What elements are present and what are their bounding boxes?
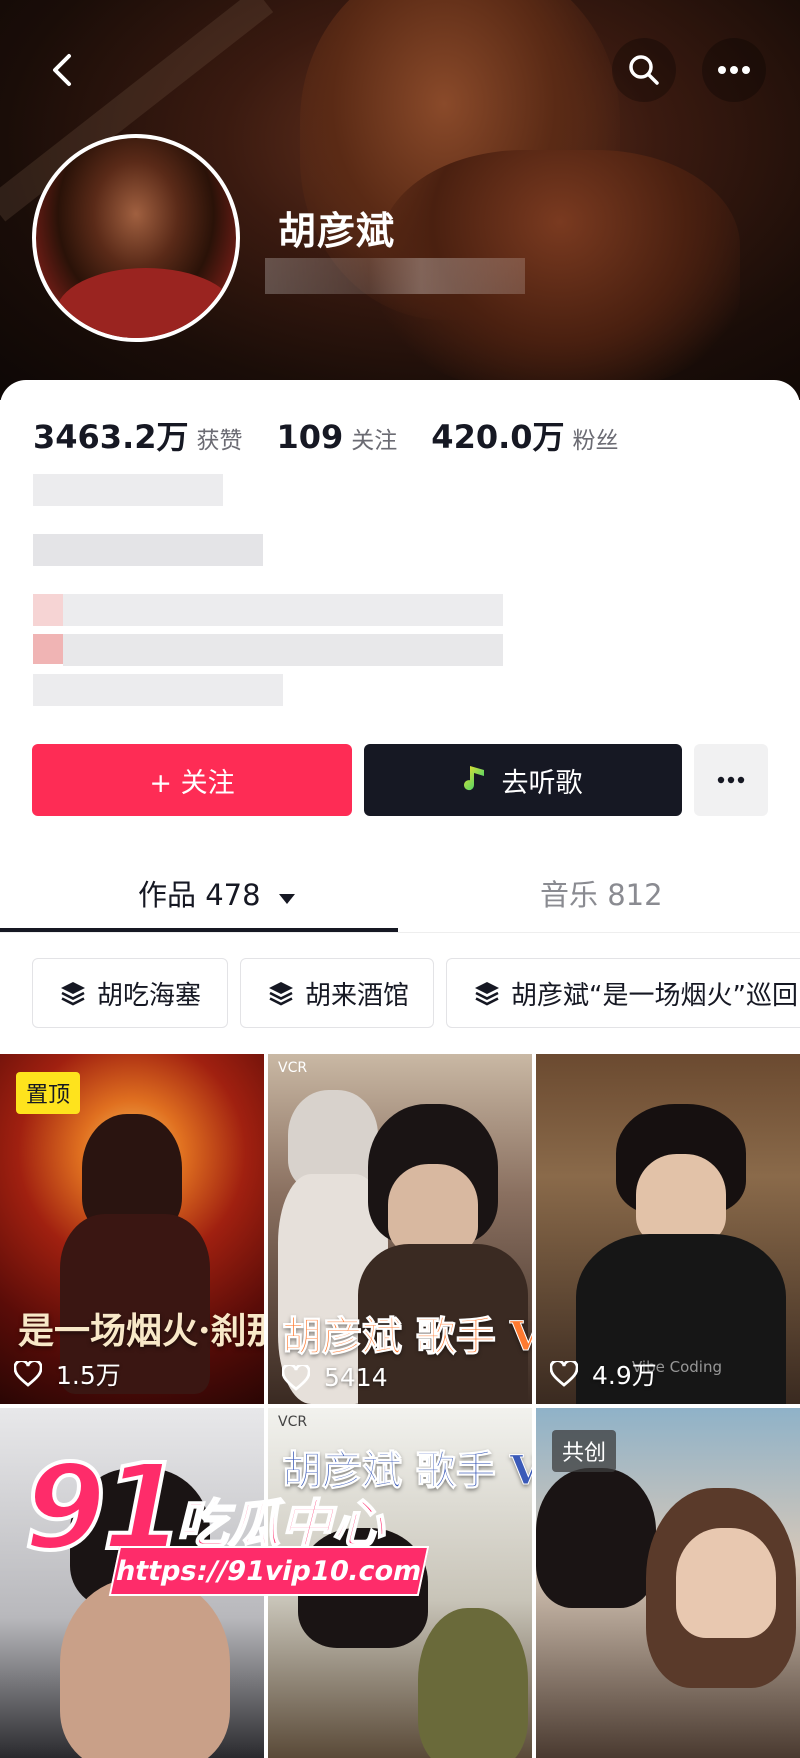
followers-label[interactable]: 粉丝 xyxy=(573,421,619,455)
video-thumbnail[interactable]: VCR 胡彦斌 歌手 VLOG 5414 xyxy=(268,1054,532,1404)
collection-chip-label: 胡彦斌“是一场烟火”巡回 xyxy=(511,980,798,1011)
follow-button[interactable]: + 关注 xyxy=(32,744,352,816)
like-count: 4.9万 xyxy=(550,1356,657,1392)
more-options-button[interactable] xyxy=(702,38,766,102)
back-button[interactable] xyxy=(30,38,94,102)
poster-figure xyxy=(536,1468,656,1608)
likes-count: 3463.2万 xyxy=(33,418,189,456)
collection-chip[interactable]: 胡彦斌“是一场烟火”巡回 xyxy=(446,958,800,1028)
poster-title: 是一场烟火·刹那 xyxy=(18,1310,264,1352)
co-creation-badge: 共创 xyxy=(552,1430,617,1472)
pinned-badge: 置顶 xyxy=(16,1072,81,1114)
video-thumbnail[interactable]: Vibe Coding 4.9万 xyxy=(536,1054,800,1404)
corner-tag: VCR xyxy=(278,1414,308,1430)
collection-chip[interactable]: 胡吃海塞 xyxy=(32,958,228,1028)
layers-icon xyxy=(269,982,293,1006)
avatar-shirt xyxy=(56,268,236,338)
search-button[interactable] xyxy=(612,38,676,102)
back-arrow-icon xyxy=(53,54,71,86)
tab-works[interactable]: 作品 478 xyxy=(138,872,296,914)
listen-music-label: 去听歌 xyxy=(501,767,583,799)
followers-count[interactable]: 420.0万 xyxy=(431,412,564,458)
music-note-icon xyxy=(463,766,484,791)
poster-face xyxy=(388,1164,478,1254)
corner-tag: VCR xyxy=(278,1060,308,1076)
heart-icon xyxy=(282,1364,310,1391)
following-count[interactable]: 109 xyxy=(277,418,344,456)
layers-icon xyxy=(61,982,85,1006)
video-thumbnail[interactable]: 共创 xyxy=(536,1408,800,1758)
poster-face xyxy=(636,1154,726,1244)
blurred-account-id xyxy=(265,258,525,294)
like-count: 5414 xyxy=(282,1363,388,1392)
profile-name: 胡彦斌 xyxy=(278,209,396,253)
poster-title: 胡彦斌 歌手 VLOG xyxy=(281,1313,532,1361)
more-actions-button[interactable] xyxy=(694,744,768,816)
avatar[interactable] xyxy=(32,134,240,342)
more-dots-icon xyxy=(718,66,750,74)
poster-face xyxy=(60,1578,230,1758)
listen-music-button[interactable]: 去听歌 xyxy=(364,744,682,816)
tab-divider xyxy=(0,932,800,933)
collection-chip[interactable]: 胡来酒馆 xyxy=(240,958,434,1028)
background-person xyxy=(418,1608,528,1758)
second-figure-face xyxy=(676,1528,776,1638)
tab-works-label: 作品 478 xyxy=(138,878,261,912)
collection-chip-label: 胡吃海塞 xyxy=(97,980,202,1011)
like-count-value: 5414 xyxy=(324,1363,388,1392)
like-count-value: 1.5万 xyxy=(56,1361,121,1390)
search-icon xyxy=(629,55,659,85)
caret-down-icon xyxy=(278,894,295,904)
likes-label: 获赞 xyxy=(196,428,243,454)
following-label[interactable]: 关注 xyxy=(351,421,397,455)
layers-icon xyxy=(475,982,499,1006)
more-dots-icon xyxy=(717,776,745,784)
collection-chip-label: 胡来酒馆 xyxy=(305,980,410,1011)
heart-icon xyxy=(14,1361,42,1387)
watermark-url: https://91vip10.com xyxy=(108,1546,430,1596)
tab-music[interactable]: 音乐 812 xyxy=(540,872,663,914)
like-count: 1.5万 xyxy=(14,1356,121,1392)
heart-icon xyxy=(550,1361,578,1387)
video-thumbnail[interactable]: 是一场烟火·刹那 置顶 1.5万 xyxy=(0,1054,264,1404)
profile-stats: 3463.2万 获赞 109 关注 420.0万 粉丝 xyxy=(33,412,653,458)
like-count-value: 4.9万 xyxy=(592,1361,657,1390)
